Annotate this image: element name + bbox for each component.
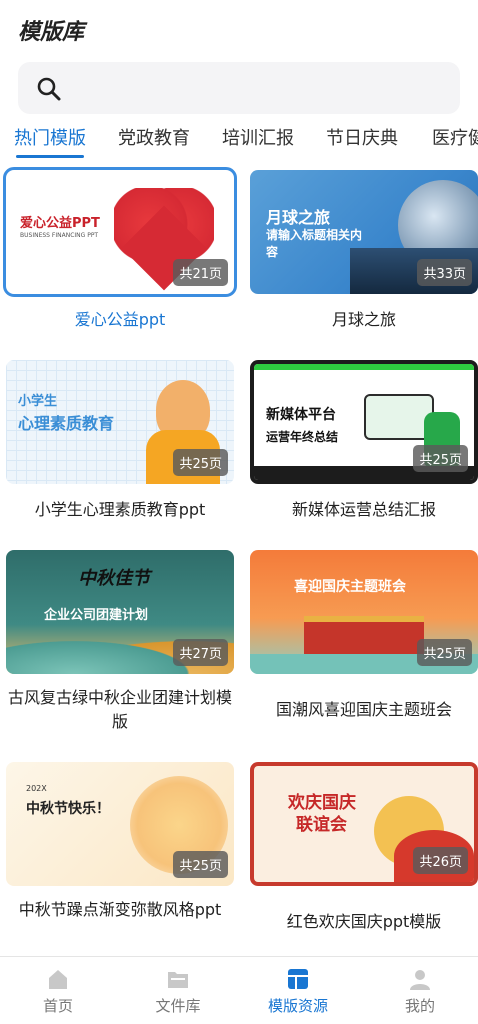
thumb-subtitle: 联谊会 (296, 815, 347, 835)
page-count-badge: 共33页 (417, 259, 472, 286)
thumb-title: 新媒体平台 (266, 407, 336, 423)
template-title[interactable]: 小学生心理素质教育ppt (6, 498, 234, 522)
tab-active-indicator (16, 155, 84, 158)
nav-templates-label: 模版资源 (267, 997, 328, 1015)
search-icon (37, 77, 61, 101)
template-thumbnail[interactable]: 爱心公益PPT BUSINESS FINANCING PPT 共21页 (3, 167, 237, 297)
thumb-subtitle: 企业公司团建计划 (44, 608, 149, 623)
thumb-subtitle: 请输入标题相关内容 (266, 228, 363, 259)
home-icon (49, 970, 67, 989)
tab-medical[interactable]: 医疗健 (432, 124, 478, 150)
template-thumbnail[interactable]: 202X 中秋节快乐！ 共25页 (6, 762, 234, 886)
thumb-title: 中秋节快乐！ (26, 801, 110, 817)
template-title[interactable]: 中秋节躁点渐变弥散风格ppt (6, 898, 234, 922)
template-thumbnail[interactable]: 欢庆国庆 联谊会 共26页 (250, 762, 478, 886)
template-title[interactable]: 古风复古绿中秋企业团建计划模版 (6, 686, 234, 734)
tab-party-education[interactable]: 党政教育 (118, 124, 190, 150)
user-icon (410, 970, 430, 990)
nav-files-label: 文件库 (155, 997, 201, 1015)
template-icon (288, 969, 308, 989)
thumb-title: 喜迎国庆主题班会 (294, 579, 406, 595)
page-title: 模版库 (18, 20, 85, 45)
template-thumbnail[interactable]: 小学生 心理素质教育 共25页 (6, 360, 234, 484)
template-thumbnail[interactable]: 新媒体平台 运营年终总结 共25页 (250, 360, 478, 484)
thumb-subtitle: 运营年终总结 (266, 430, 339, 444)
template-title[interactable]: 爱心公益ppt (6, 308, 234, 332)
thumb-subtitle: BUSINESS FINANCING PPT (20, 232, 99, 239)
template-title[interactable]: 月球之旅 (250, 308, 478, 332)
template-title[interactable]: 红色欢庆国庆ppt模版 (250, 910, 478, 934)
thumb-title: 爱心公益PPT (20, 216, 100, 231)
nav-templates[interactable]: 模版资源 (248, 967, 348, 1016)
page-count-badge: 共27页 (173, 639, 228, 666)
template-title[interactable]: 国潮风喜迎国庆主题班会 (250, 698, 478, 722)
nav-home[interactable]: 首页 (8, 967, 108, 1016)
page-count-badge: 共26页 (413, 847, 468, 874)
bottom-nav: 首页 文件库 模版资源 我的 (0, 956, 478, 1024)
template-title[interactable]: 新媒体运营总结汇报 (250, 498, 478, 522)
page-count-badge: 共25页 (173, 449, 228, 476)
nav-profile[interactable]: 我的 (370, 967, 470, 1016)
page-count-badge: 共25页 (173, 851, 228, 878)
nav-files[interactable]: 文件库 (128, 967, 228, 1016)
template-thumbnail[interactable]: 月球之旅 请输入标题相关内容 共33页 (250, 170, 478, 294)
tab-training-report[interactable]: 培训汇报 (222, 124, 294, 150)
page-count-badge: 共25页 (417, 639, 472, 666)
tab-festival[interactable]: 节日庆典 (326, 124, 398, 150)
page-count-badge: 共21页 (173, 259, 228, 286)
thumb-title: 小学生 (18, 394, 58, 409)
search-input[interactable] (18, 62, 460, 114)
template-thumbnail[interactable]: 喜迎国庆主题班会 共25页 (250, 550, 478, 674)
thumb-title: 中秋佳节 (78, 568, 150, 589)
thumb-title: 月球之旅 (266, 208, 331, 227)
thumb-year: 202X (26, 784, 47, 793)
nav-home-label: 首页 (42, 997, 73, 1015)
tab-hot-templates[interactable]: 热门模版 (14, 124, 86, 150)
thumb-subtitle: 心理素质教育 (18, 414, 115, 433)
template-thumbnail[interactable]: 中秋佳节 企业公司团建计划 共27页 (6, 550, 234, 674)
page-count-badge: 共25页 (413, 445, 468, 472)
folder-icon (168, 972, 188, 988)
nav-profile-label: 我的 (404, 997, 435, 1015)
